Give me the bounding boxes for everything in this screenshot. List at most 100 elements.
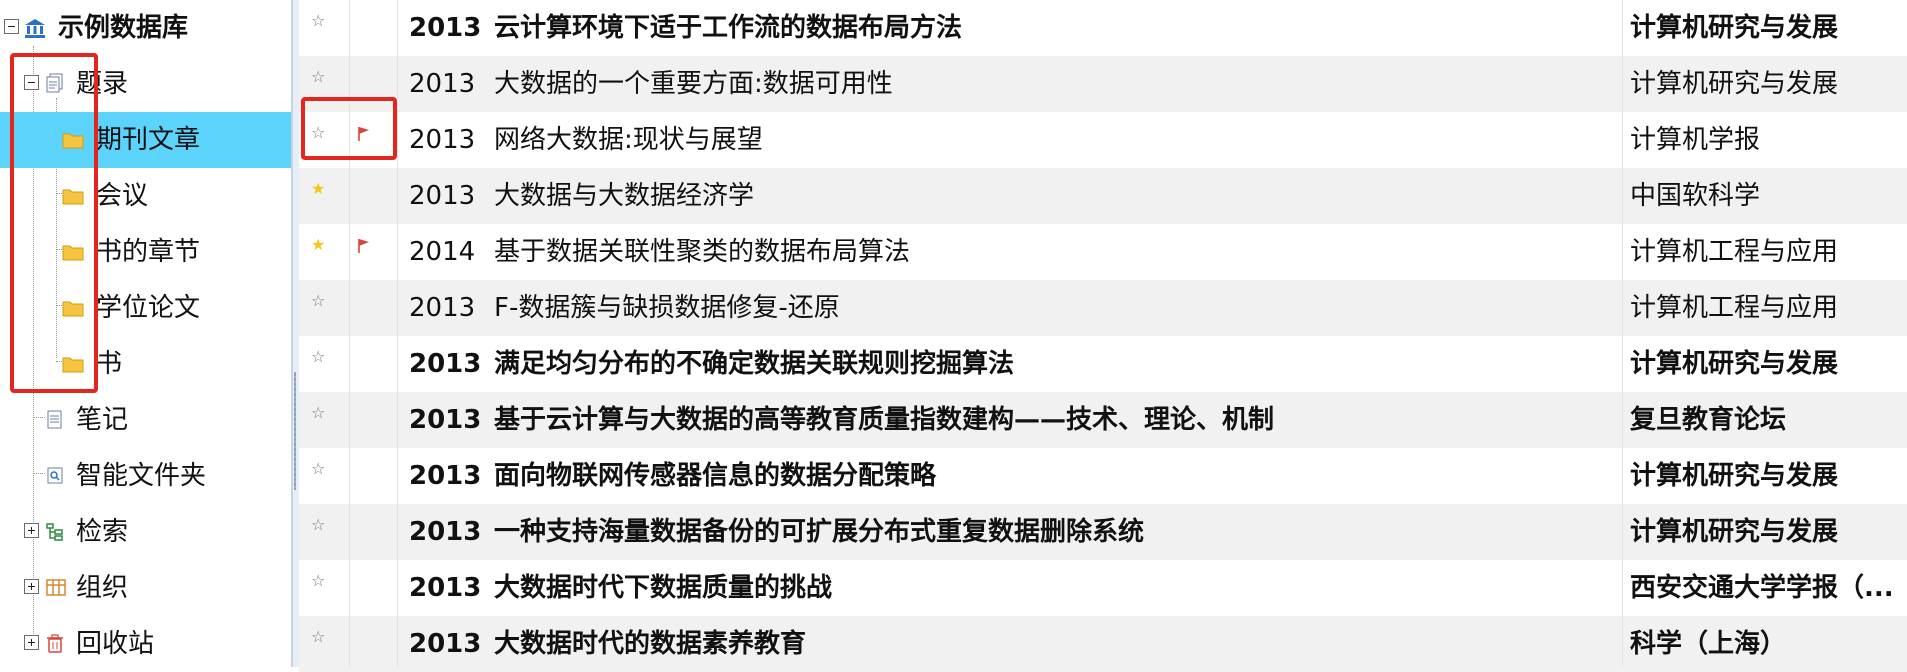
title-cell: 基于云计算与大数据的高等教育质量指数建构——技术、理论、机制 xyxy=(494,405,1275,435)
tree-node-label: 书 xyxy=(96,349,123,379)
expand-toggle[interactable] xyxy=(24,579,39,594)
star-icon[interactable]: ☆ xyxy=(311,392,325,434)
year-cell: 2014 xyxy=(409,237,476,267)
highlight-box-folders xyxy=(10,53,98,393)
tree-node-label: 回收站 xyxy=(76,629,155,659)
year-cell: 2013 xyxy=(409,629,482,659)
publication-cell: 计算机工程与应用 xyxy=(1630,237,1839,267)
table-row[interactable]: ☆ 2013 大数据时代下数据质量的挑战 西安交通大学学报（... xyxy=(299,560,1907,616)
title-cell: 大数据时代下数据质量的挑战 xyxy=(494,573,833,603)
tree-node-label: 期刊文章 xyxy=(96,125,201,155)
star-cell[interactable]: ☆ xyxy=(299,448,349,504)
table-row[interactable]: ☆ 2013 网络大数据:现状与展望 计算机学报 xyxy=(299,112,1907,168)
publication-cell: 计算机研究与发展 xyxy=(1630,461,1839,491)
publication-cell: 计算机研究与发展 xyxy=(1630,349,1839,379)
flag-cell[interactable] xyxy=(349,280,397,336)
trash-icon xyxy=(46,616,68,672)
title-cell: 一种支持海量数据备份的可扩展分布式重复数据删除系统 xyxy=(494,517,1145,547)
title-cell: 云计算环境下适于工作流的数据布局方法 xyxy=(494,13,963,43)
publication-cell: 中国软科学 xyxy=(1630,181,1761,211)
table-row[interactable]: ★ 2013 大数据与大数据经济学 中国软科学 xyxy=(299,168,1907,224)
table-row[interactable]: ★ 2014 基于数据关联性聚类的数据布局算法 计算机工程与应用 xyxy=(299,224,1907,280)
star-icon[interactable]: ☆ xyxy=(311,560,325,602)
tree-node-notes[interactable]: 笔记 xyxy=(0,392,291,448)
table-row[interactable]: ☆ 2013 大数据的一个重要方面:数据可用性 计算机研究与发展 xyxy=(299,56,1907,112)
splitter-grip[interactable] xyxy=(294,372,296,490)
star-cell[interactable]: ☆ xyxy=(299,616,349,672)
star-cell[interactable]: ☆ xyxy=(299,504,349,560)
star-icon[interactable]: ☆ xyxy=(311,504,325,546)
tree-node-label: 笔记 xyxy=(76,405,129,435)
flag-cell[interactable] xyxy=(349,336,397,392)
year-cell: 2013 xyxy=(409,405,482,435)
tree-node-smart-folder[interactable]: 智能文件夹 xyxy=(0,448,291,504)
highlight-box-flag xyxy=(301,97,397,160)
flag-cell[interactable] xyxy=(349,392,397,448)
publication-cell: 计算机工程与应用 xyxy=(1630,293,1839,323)
star-icon[interactable]: ☆ xyxy=(311,336,325,378)
tree-node-search[interactable]: 检索 xyxy=(0,504,291,560)
year-cell: 2013 xyxy=(409,573,482,603)
publication-cell: 计算机研究与发展 xyxy=(1630,69,1839,99)
tree-node-label: 学位论文 xyxy=(96,293,201,323)
star-icon[interactable]: ★ xyxy=(311,224,325,266)
flag-cell[interactable] xyxy=(349,616,397,672)
title-cell: 大数据的一个重要方面:数据可用性 xyxy=(494,69,893,99)
star-icon[interactable]: ☆ xyxy=(311,0,325,42)
publication-cell: 西安交通大学学报（... xyxy=(1630,573,1894,603)
column-divider xyxy=(1622,0,1623,667)
star-cell[interactable]: ☆ xyxy=(299,336,349,392)
star-cell[interactable]: ★ xyxy=(299,224,349,280)
star-icon[interactable]: ★ xyxy=(311,168,325,210)
tree-node-organize[interactable]: 组织 xyxy=(0,560,291,616)
table-row[interactable]: ☆ 2013 基于云计算与大数据的高等教育质量指数建构——技术、理论、机制 复旦教育论… xyxy=(299,392,1907,448)
star-cell[interactable]: ★ xyxy=(299,168,349,224)
table-row[interactable]: ☆ 2013 云计算环境下适于工作流的数据布局方法 计算机研究与发展 xyxy=(299,0,1907,56)
title-cell: 基于数据关联性聚类的数据布局算法 xyxy=(494,237,911,267)
publication-cell: 计算机研究与发展 xyxy=(1630,517,1839,547)
expand-toggle[interactable] xyxy=(24,523,39,538)
year-cell: 2013 xyxy=(409,517,482,547)
flag-cell[interactable] xyxy=(349,560,397,616)
flag-cell[interactable] xyxy=(349,224,397,280)
tree-node-label: 智能文件夹 xyxy=(76,461,207,491)
flag-cell[interactable] xyxy=(349,448,397,504)
table-row[interactable]: ☆ 2013 一种支持海量数据备份的可扩展分布式重复数据删除系统 计算机研究与发展 xyxy=(299,504,1907,560)
flag-icon[interactable] xyxy=(357,238,371,254)
star-cell[interactable]: ☆ xyxy=(299,560,349,616)
publication-cell: 计算机研究与发展 xyxy=(1630,13,1839,43)
expand-toggle[interactable] xyxy=(24,635,39,650)
organize-icon xyxy=(46,560,68,616)
library-icon xyxy=(24,0,46,56)
star-cell[interactable]: ☆ xyxy=(299,280,349,336)
tree-node-label: 会议 xyxy=(96,181,149,211)
publication-cell: 计算机学报 xyxy=(1630,125,1761,155)
title-cell: 大数据时代的数据素养教育 xyxy=(494,629,807,659)
flag-cell[interactable] xyxy=(349,0,397,56)
flag-cell[interactable] xyxy=(349,504,397,560)
tree-node-label: 检索 xyxy=(76,517,129,547)
table-row[interactable]: ☆ 2013 F-数据簇与缺损数据修复-还原 计算机工程与应用 xyxy=(299,280,1907,336)
star-icon[interactable]: ☆ xyxy=(311,280,325,322)
star-icon[interactable]: ☆ xyxy=(311,448,325,490)
tree-node-trash[interactable]: 回收站 xyxy=(0,616,291,672)
collapse-toggle[interactable] xyxy=(4,19,19,34)
column-divider xyxy=(397,0,398,667)
pane-splitter[interactable] xyxy=(291,0,299,667)
star-cell[interactable]: ☆ xyxy=(299,392,349,448)
table-row[interactable]: ☆ 2013 大数据时代的数据素养教育 科学（上海） xyxy=(299,616,1907,672)
year-cell: 2013 xyxy=(409,69,476,99)
star-cell[interactable]: ☆ xyxy=(299,0,349,56)
star-icon[interactable]: ☆ xyxy=(311,56,325,98)
tree-root[interactable]: 示例数据库 xyxy=(0,0,291,56)
table-row[interactable]: ☆ 2013 满足均匀分布的不确定数据关联规则挖掘算法 计算机研究与发展 xyxy=(299,336,1907,392)
year-cell: 2013 xyxy=(409,349,482,379)
smart-folder-icon xyxy=(46,448,68,504)
reference-list: ☆ 2013 云计算环境下适于工作流的数据布局方法 计算机研究与发展 ☆ 2013 大数据的… xyxy=(299,0,1907,672)
publication-cell: 科学（上海） xyxy=(1630,629,1787,659)
table-row[interactable]: ☆ 2013 面向物联网传感器信息的数据分配策略 计算机研究与发展 xyxy=(299,448,1907,504)
flag-cell[interactable] xyxy=(349,168,397,224)
star-icon[interactable]: ☆ xyxy=(311,616,325,658)
year-cell: 2013 xyxy=(409,181,476,211)
title-cell: 满足均匀分布的不确定数据关联规则挖掘算法 xyxy=(494,349,1015,379)
